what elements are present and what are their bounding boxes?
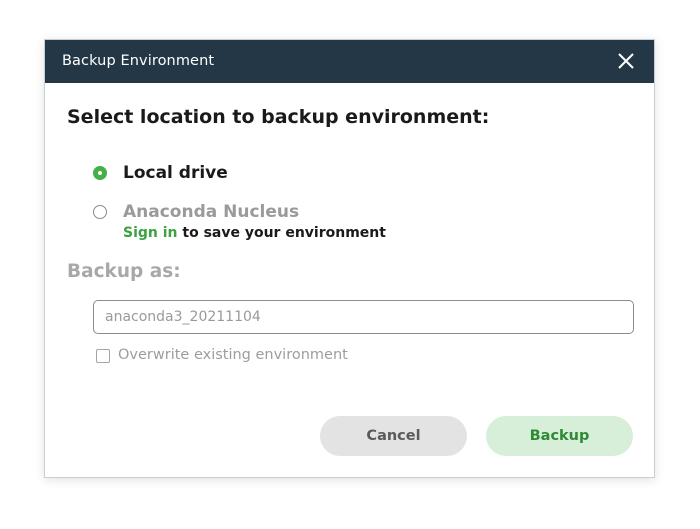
signin-hint: Sign in to save your environment <box>123 225 386 241</box>
overwrite-label[interactable]: Overwrite existing environment <box>118 347 348 363</box>
overwrite-checkbox[interactable] <box>96 349 110 363</box>
radio-unchecked-icon[interactable] <box>93 205 107 219</box>
local-drive-label[interactable]: Local drive <box>123 163 228 183</box>
close-icon[interactable] <box>616 51 636 71</box>
cancel-button[interactable]: Cancel <box>320 416 467 456</box>
backup-button[interactable]: Backup <box>486 416 633 456</box>
dialog-heading: Select location to backup environment: <box>67 106 490 128</box>
backup-name-input[interactable] <box>93 300 634 334</box>
backup-environment-dialog: Backup Environment Select location to ba… <box>44 39 655 478</box>
dialog-titlebar: Backup Environment <box>45 40 654 83</box>
anaconda-nucleus-label[interactable]: Anaconda Nucleus <box>123 202 299 222</box>
radio-checked-icon[interactable] <box>93 166 107 180</box>
backup-as-label: Backup as: <box>67 261 181 282</box>
signin-hint-text: to save your environment <box>177 225 386 241</box>
sign-in-link[interactable]: Sign in <box>123 225 178 241</box>
dialog-title: Backup Environment <box>62 53 215 69</box>
